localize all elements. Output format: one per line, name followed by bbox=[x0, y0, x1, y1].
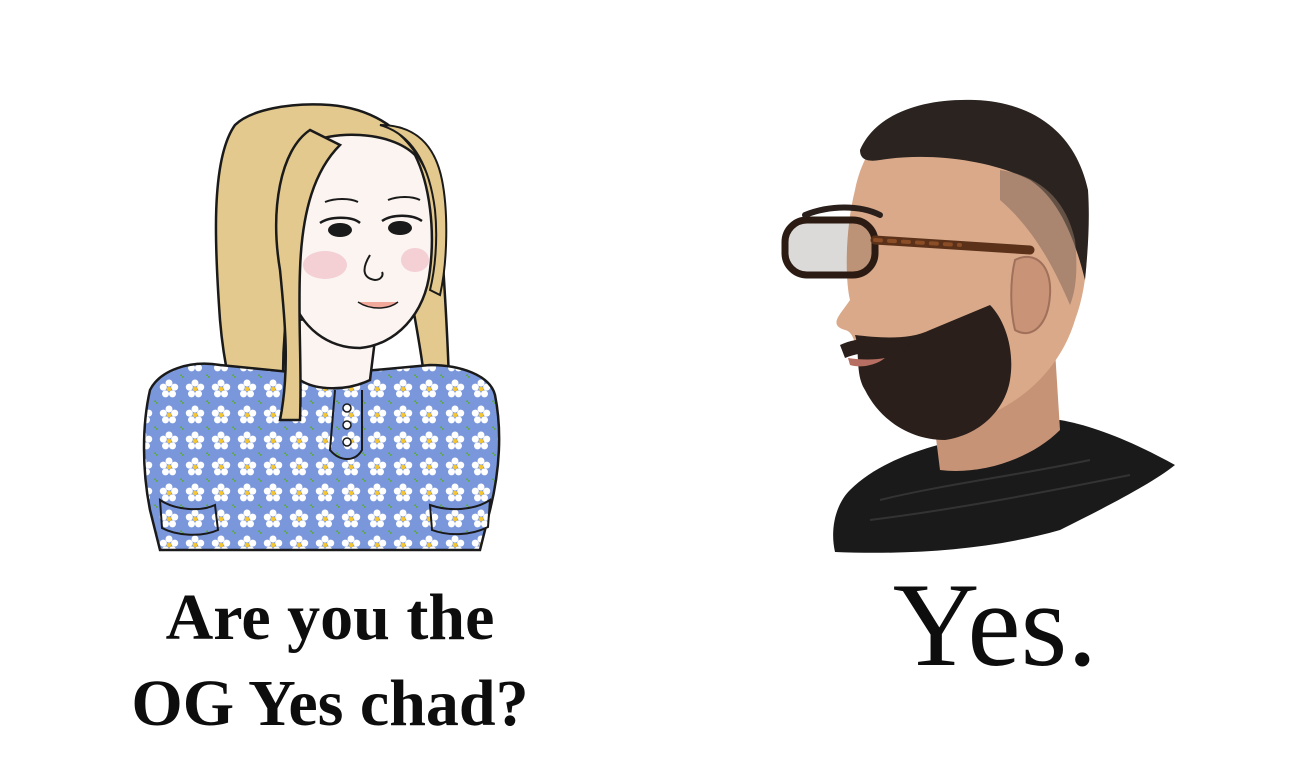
question-line-2: OG Yes chad? bbox=[131, 667, 529, 740]
answer-caption: Yes. bbox=[892, 558, 1098, 691]
question-caption: Are you the OG Yes chad? bbox=[80, 575, 580, 747]
wojak-girl-illustration bbox=[130, 90, 510, 560]
question-line-1: Are you the bbox=[165, 581, 495, 654]
bearded-man-photo bbox=[760, 90, 1190, 560]
